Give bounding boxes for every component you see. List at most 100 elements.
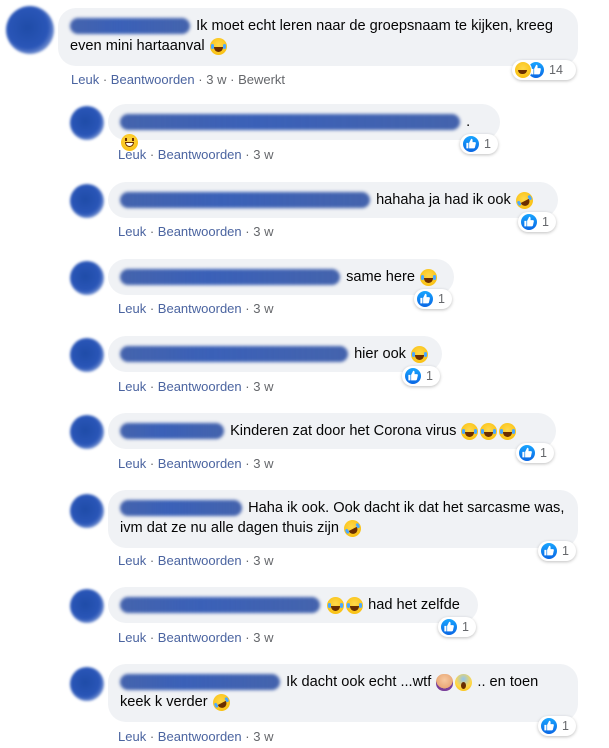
reaction-count: 1 [562,544,569,558]
laugh-emoji [346,596,364,614]
comment-text: same here [346,269,416,286]
like-button[interactable]: Leuk [71,72,99,87]
comment-bubble: Kinderen zat door het Corona virus [108,413,556,449]
author-name-redacted[interactable] [120,346,348,363]
reaction-count: 1 [462,620,469,634]
reply-button[interactable]: Beantwoorden [158,379,242,394]
comment-bubble: had het zelfde [108,587,478,623]
reply-button[interactable]: Beantwoorden [111,72,195,87]
separator: · [149,147,155,162]
like-reaction-icon [440,618,458,636]
reaction-summary[interactable]: 1 [518,212,556,232]
like-reaction-icon [462,135,480,153]
author-name-redacted[interactable] [120,500,242,517]
avatar[interactable] [6,6,54,54]
like-reaction-icon [404,367,422,385]
comment-actions: Leuk · Beantwoorden · 3 w [118,379,273,394]
like-button[interactable]: Leuk [118,301,146,316]
reaction-count: 1 [426,369,433,383]
avatar[interactable] [70,667,104,701]
separator: · [149,301,155,316]
avatar[interactable] [70,184,104,218]
comment-actions: Leuk · Beantwoorden · 3 w [118,224,273,239]
separator: · [149,553,155,568]
avatar[interactable] [70,338,104,372]
like-reaction-icon [540,717,558,735]
reaction-count: 1 [484,137,491,151]
laugh-emoji [327,596,345,614]
timestamp[interactable]: 3 w [253,379,273,394]
separator: · [149,729,155,744]
timestamp[interactable]: 3 w [253,301,273,316]
separator: · [245,379,250,394]
author-name-redacted[interactable] [120,674,280,691]
reply-button[interactable]: Beantwoorden [158,147,242,162]
comment-actions: Leuk · Beantwoorden · 3 w [118,456,273,471]
comment-text: had het zelfde [368,597,460,614]
like-reaction-icon [520,213,538,231]
reaction-summary[interactable]: 1 [538,716,576,736]
separator: · [245,553,250,568]
author-name-redacted[interactable] [70,18,190,35]
like-button[interactable]: Leuk [118,630,146,645]
reply-button[interactable]: Beantwoorden [158,553,242,568]
comment-actions: Leuk · Beantwoorden · 3 w [118,301,273,316]
timestamp[interactable]: 3 w [253,224,273,239]
avatar[interactable] [70,415,104,449]
author-name-redacted[interactable] [120,114,460,131]
separator: · [245,456,250,471]
separator: · [149,224,155,239]
reply-button[interactable]: Beantwoorden [158,630,242,645]
timestamp[interactable]: 3 w [206,72,226,87]
reaction-summary[interactable]: 14 [512,60,576,80]
avatar[interactable] [70,261,104,295]
reaction-summary[interactable]: 1 [414,289,452,309]
edited-label[interactable]: Bewerkt [238,72,285,87]
comment-actions: Leuk · Beantwoorden · 3 w · Bewerkt [71,72,285,87]
like-button[interactable]: Leuk [118,553,146,568]
reply-button[interactable]: Beantwoorden [158,224,242,239]
author-name-redacted[interactable] [120,269,340,286]
avatar[interactable] [70,589,104,623]
comment-actions: Leuk · Beantwoorden · 3 w [118,553,273,568]
rofl-emoji [209,690,233,714]
reply-button[interactable]: Beantwoorden [158,729,242,744]
comment-bubble: Haha ik ook. Ook dacht ik dat het sarcas… [108,490,578,548]
separator: · [245,147,250,162]
reaction-summary[interactable]: 1 [460,134,498,154]
laugh-emoji [480,422,498,440]
reaction-summary[interactable]: 1 [402,366,440,386]
reaction-summary[interactable]: 1 [538,541,576,561]
author-name-redacted[interactable] [120,192,370,209]
author-name-redacted[interactable] [120,597,320,614]
comment-bubble: same here [108,259,454,295]
reaction-summary[interactable]: 1 [438,617,476,637]
comment-text: Kinderen zat door het Corona virus [230,423,457,440]
separator: · [198,72,203,87]
like-button[interactable]: Leuk [118,147,146,162]
separator: · [245,729,250,744]
timestamp[interactable]: 3 w [253,630,273,645]
comment-actions: Leuk · Beantwoorden · 3 w [118,630,273,645]
like-button[interactable]: Leuk [118,224,146,239]
rofl-emoji [341,516,365,540]
comment-bubble: Ik dacht ook echt ...wtf .. en toen keek… [108,664,578,722]
like-button[interactable]: Leuk [118,379,146,394]
reaction-summary[interactable]: 1 [516,443,554,463]
like-button[interactable]: Leuk [118,456,146,471]
timestamp[interactable]: 3 w [253,553,273,568]
avatar[interactable] [70,106,104,140]
like-button[interactable]: Leuk [118,729,146,744]
avatar[interactable] [70,494,104,528]
comment-text: Ik dacht ook echt ...wtf [286,674,432,691]
timestamp[interactable]: 3 w [253,456,273,471]
reply-button[interactable]: Beantwoorden [158,301,242,316]
timestamp[interactable]: 3 w [253,729,273,744]
comment-text: hahaha ja had ik ook [376,192,511,209]
reply-button[interactable]: Beantwoorden [158,456,242,471]
like-reaction-icon [540,542,558,560]
laugh-emoji [209,37,227,55]
comment-bubble: . [108,104,500,151]
author-name-redacted[interactable] [120,423,224,440]
timestamp[interactable]: 3 w [253,147,273,162]
